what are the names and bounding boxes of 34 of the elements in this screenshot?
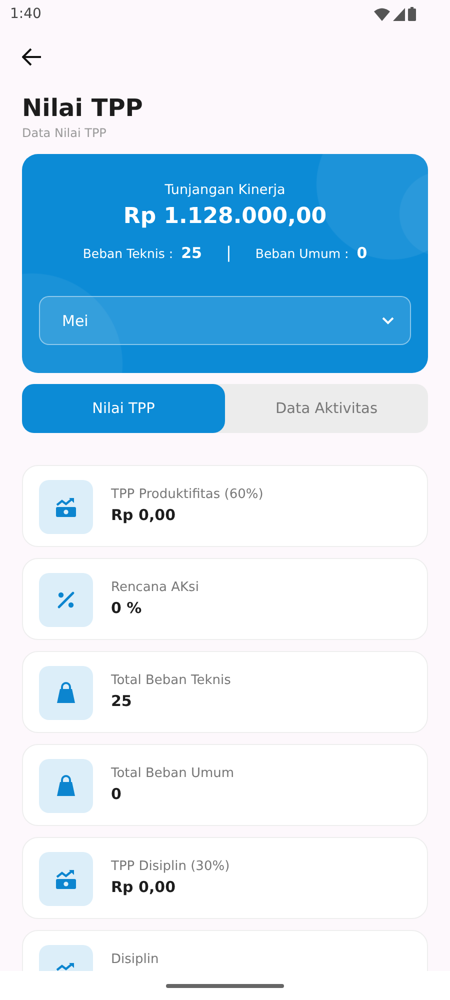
- money-chart-icon: [54, 495, 78, 519]
- info-value: 25: [111, 692, 133, 710]
- info-value: 0 %: [111, 599, 143, 617]
- wifi-icon: [374, 8, 390, 20]
- money-chart-icon: [54, 867, 78, 891]
- info-label: Total Beban Teknis: [111, 673, 231, 688]
- info-value: 0: [111, 785, 122, 803]
- summary-label: Tunjangan Kinerja: [164, 182, 286, 198]
- info-label: Total Beban Umum: [111, 766, 234, 781]
- percent-icon: [55, 589, 77, 611]
- info-value: Rp 0,00: [111, 878, 177, 896]
- page-subtitle: Data Nilai TPP: [22, 126, 108, 140]
- stat-label: Beban Teknis :: [82, 246, 174, 260]
- info-label: TPP Disiplin (30%): [111, 859, 230, 874]
- tab[interactable]: Data Aktivitas: [225, 384, 428, 433]
- tab[interactable]: Nilai TPP: [22, 384, 225, 433]
- signal-icon: [393, 8, 405, 20]
- battery-icon: [408, 7, 416, 21]
- chevron-down-icon: [382, 316, 394, 324]
- summary-amount: Rp 1.128.000,00: [123, 204, 327, 229]
- info-label: TPP Produktifitas (60%): [111, 487, 264, 502]
- info-label: Rencana AKsi: [111, 580, 199, 595]
- arrow-left-icon: [22, 48, 42, 66]
- bag-icon: [55, 681, 77, 705]
- stat-label: Beban Umum :: [255, 246, 349, 260]
- stat-divider: |: [226, 243, 232, 262]
- info-label: Disiplin: [111, 952, 159, 967]
- bag-icon: [55, 774, 77, 798]
- stat-value: 0: [356, 244, 368, 262]
- month-select[interactable]: Mei: [39, 296, 411, 345]
- status-time: 1:40: [10, 6, 42, 22]
- stat-value: 25: [181, 244, 202, 262]
- info-value: Rp 0,00: [111, 506, 177, 524]
- page-title: Nilai TPP: [22, 94, 144, 122]
